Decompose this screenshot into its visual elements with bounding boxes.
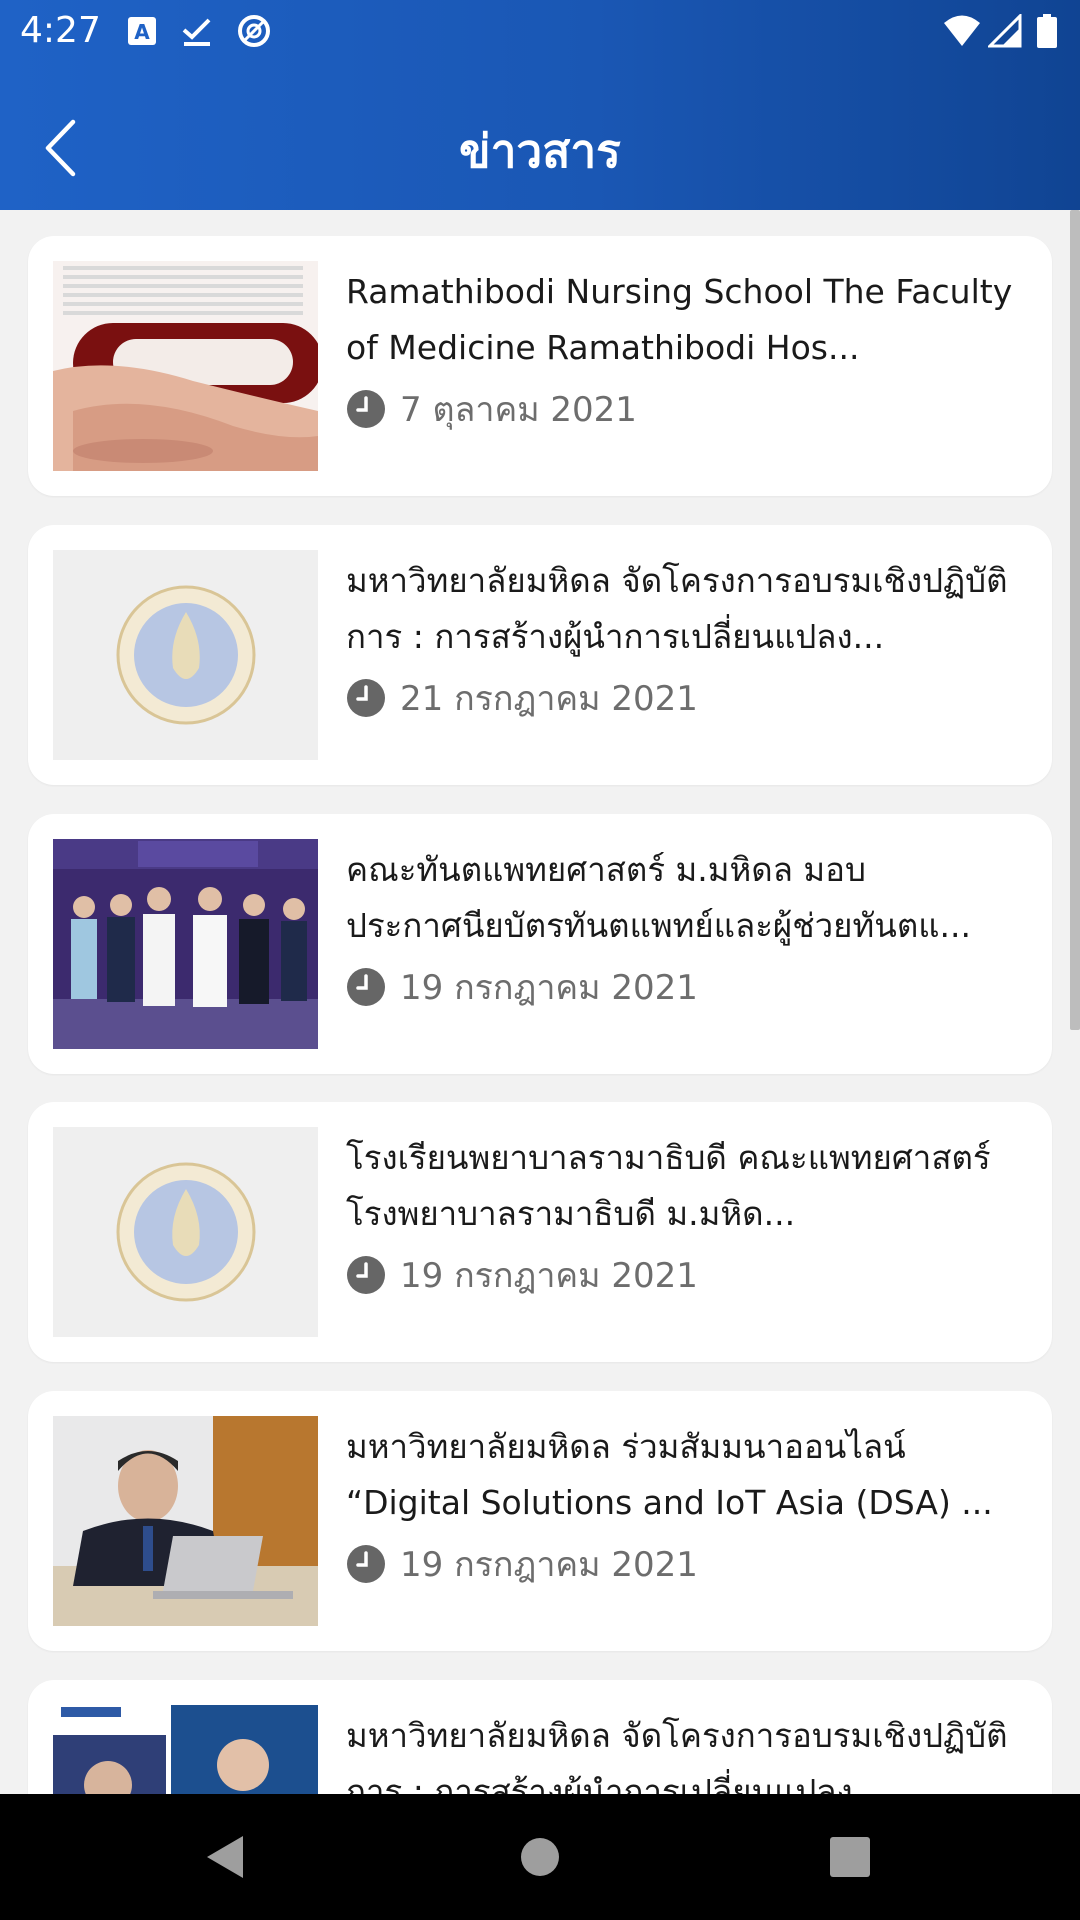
news-card[interactable]: มหาวิทยาลัยมหิดล ร่วมสัมมนาออนไลน์ “Digi… [28, 1391, 1052, 1651]
header: 4:27 A ข่าวสาร [0, 0, 1080, 210]
mahidol-seal-icon [53, 550, 318, 760]
news-date-text: 7 ตุลาคม 2021 [400, 390, 637, 430]
news-date-text: 19 กรกฎาคม 2021 [400, 968, 698, 1008]
page-title: ข่าวสาร [459, 124, 621, 178]
svg-text:A: A [134, 20, 150, 44]
news-date: 21 กรกฎาคม 2021 [346, 673, 698, 723]
news-card[interactable]: โรงเรียนพยาบาลรามาธิบดี คณะแพทยศาสตร์โรง… [28, 1102, 1052, 1362]
nav-home-button[interactable] [500, 1822, 580, 1892]
news-title: คณะทันตแพทยศาสตร์ ม.มหิดล มอบประกาศนียบั… [346, 850, 972, 945]
news-title: มหาวิทยาลัยมหิดล จัดโครงการอบรมเชิงปฏิบั… [346, 561, 1008, 656]
mahidol-seal-icon [53, 1127, 318, 1337]
scrollbar[interactable] [1070, 210, 1080, 1030]
clock-icon [347, 390, 385, 428]
news-date: 19 กรกฎาคม 2021 [346, 1250, 698, 1300]
checkmark-icon [182, 18, 211, 46]
nav-home-icon [521, 1838, 559, 1876]
clock-icon [347, 968, 385, 1006]
news-thumbnail [53, 1127, 318, 1337]
news-title: Ramathibodi Nursing School The Faculty o… [346, 272, 1013, 367]
news-date: 7 ตุลาคม 2021 [346, 384, 637, 434]
clock-icon [347, 1256, 385, 1294]
news-thumbnail [53, 1416, 318, 1626]
nav-back-icon [207, 1836, 243, 1878]
nav-recents-icon [830, 1837, 870, 1877]
news-date-text: 19 กรกฎาคม 2021 [400, 1545, 698, 1585]
news-date-text: 21 กรกฎาคม 2021 [400, 679, 698, 719]
news-card[interactable]: Ramathibodi Nursing School The Faculty o… [28, 236, 1052, 496]
clock-icon [347, 679, 385, 717]
status-bar: 4:27 A [0, 0, 1080, 62]
news-thumbnail [53, 550, 318, 760]
news-title: โรงเรียนพยาบาลรามาธิบดี คณะแพทยศาสตร์โรง… [346, 1138, 991, 1233]
a-letter-icon: A [128, 17, 156, 45]
news-list[interactable]: Ramathibodi Nursing School The Faculty o… [0, 210, 1080, 1794]
system-nav-bar [0, 1794, 1080, 1920]
news-date: 19 กรกฎาคม 2021 [346, 962, 698, 1012]
news-card[interactable]: มหาวิทยาลัยมหิดล จัดโครงการอบรมเชิงปฏิบั… [28, 525, 1052, 785]
news-date: 19 กรกฎาคม 2021 [346, 1539, 698, 1589]
clock-icon [347, 1545, 385, 1583]
news-card[interactable]: มหาวิทยาลัยมหิดล จัดโครงการอบรมเชิงปฏิบั… [28, 1680, 1052, 1794]
news-title: มหาวิทยาลัยมหิดล ร่วมสัมมนาออนไลน์ “Digi… [346, 1427, 993, 1522]
wifi-icon [944, 15, 980, 46]
news-thumbnail [53, 1705, 318, 1794]
news-thumbnail [53, 839, 318, 1049]
status-time: 4:27 [20, 10, 101, 51]
news-title: มหาวิทยาลัยมหิดล จัดโครงการอบรมเชิงปฏิบั… [346, 1716, 1008, 1794]
at-sign-icon [238, 15, 270, 47]
nav-recents-button[interactable] [810, 1822, 890, 1892]
news-thumbnail [53, 261, 318, 471]
news-date-text: 19 กรกฎาคม 2021 [400, 1256, 698, 1296]
nav-back-button[interactable] [185, 1822, 265, 1892]
signal-icon [988, 14, 1022, 48]
battery-icon [1037, 14, 1057, 48]
news-card[interactable]: คณะทันตแพทยศาสตร์ ม.มหิดล มอบประกาศนียบั… [28, 814, 1052, 1074]
